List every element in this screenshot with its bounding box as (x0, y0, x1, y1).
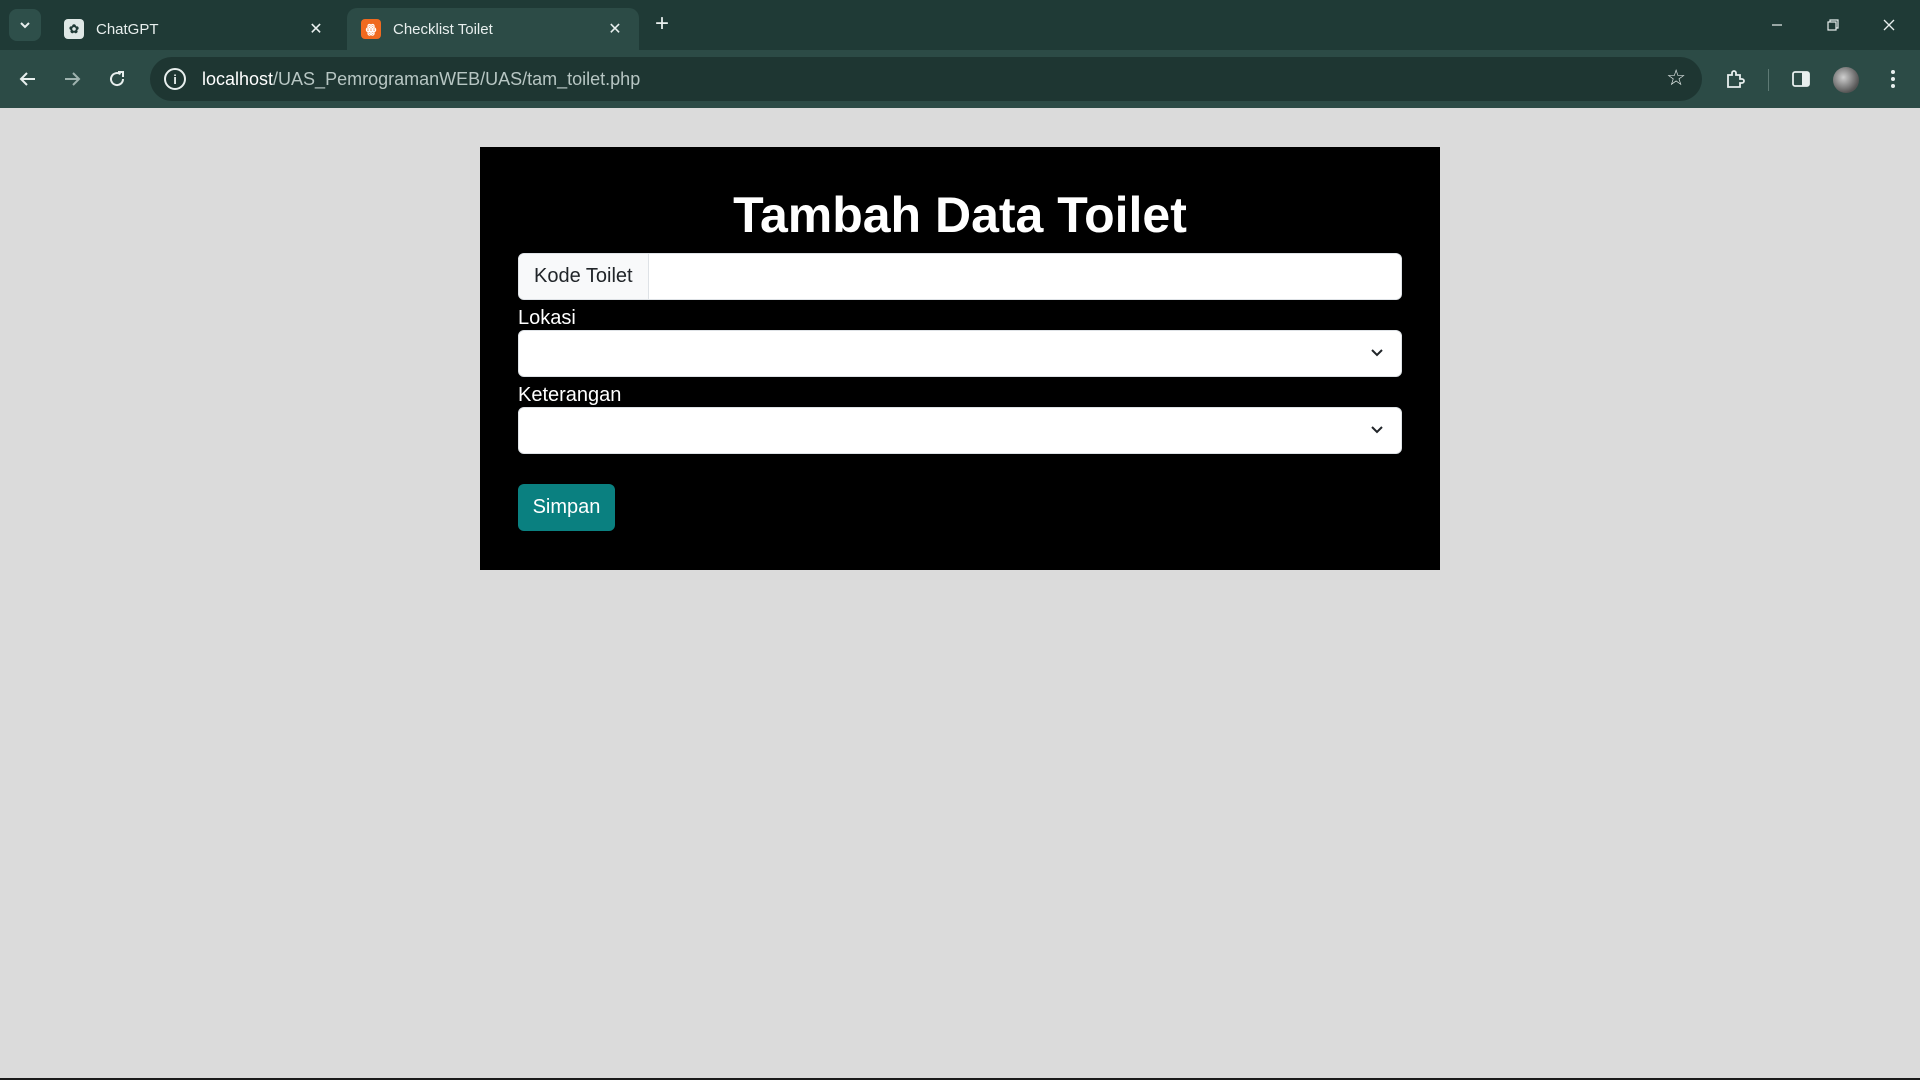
menu-button[interactable] (1875, 61, 1911, 97)
url-host: localhost (202, 68, 274, 89)
arrow-right-icon (65, 72, 81, 86)
chevron-down-icon (20, 22, 30, 29)
puzzle-icon (1727, 70, 1745, 88)
forward-button[interactable] (54, 61, 90, 97)
chatgpt-icon: ✿ (64, 19, 84, 39)
minimize-icon (1772, 24, 1782, 26)
kode-toilet-input[interactable] (648, 254, 1401, 299)
tab-chatgpt[interactable]: ✿ ChatGPT ✕ (50, 8, 340, 50)
simpan-button[interactable]: Simpan (518, 484, 615, 531)
browser-toolbar: i localhost/UAS_PemrogramanWEB/UAS/tam_t… (0, 50, 1920, 108)
toolbar-divider (1768, 69, 1769, 91)
new-tab-button[interactable]: + (648, 10, 676, 38)
tab-search-button[interactable] (9, 9, 41, 41)
keterangan-select[interactable] (518, 407, 1402, 454)
chevron-down-icon (1371, 426, 1383, 434)
kebab-menu-icon (1891, 70, 1895, 88)
kode-toilet-group: Kode Toilet (518, 253, 1402, 300)
kode-toilet-label: Kode Toilet (519, 254, 649, 299)
side-panel-icon (1792, 71, 1810, 87)
chevron-down-icon (1371, 349, 1383, 357)
tab-title: Checklist Toilet (393, 20, 493, 38)
url-text[interactable]: localhost/UAS_PemrogramanWEB/UAS/tam_toi… (202, 69, 640, 90)
keterangan-label: Keterangan (518, 384, 622, 406)
tab-title: ChatGPT (96, 20, 159, 38)
restore-button[interactable] (1805, 0, 1861, 50)
side-panel-button[interactable] (1783, 61, 1819, 97)
tab-checklist-toilet[interactable]: ꙮ Checklist Toilet ✕ (347, 8, 639, 50)
url-path: /UAS_PemrogramanWEB/UAS/tam_toilet.php (273, 68, 641, 89)
profile-avatar[interactable] (1833, 67, 1859, 93)
lokasi-label: Lokasi (518, 307, 576, 329)
minimize-button[interactable] (1749, 0, 1805, 50)
lokasi-select[interactable] (518, 330, 1402, 377)
reload-icon (110, 71, 125, 87)
info-icon[interactable]: i (164, 68, 186, 90)
form-card: Tambah Data Toilet Kode Toilet Lokasi Ke… (480, 147, 1440, 570)
close-icon[interactable]: ✕ (306, 19, 326, 39)
close-icon[interactable]: ✕ (605, 19, 625, 39)
xampp-icon: ꙮ (361, 19, 381, 39)
reload-button[interactable] (99, 61, 135, 97)
restore-icon (1827, 19, 1839, 31)
arrow-left-icon (19, 72, 35, 86)
tab-strip: ✿ ChatGPT ✕ ꙮ Checklist Toilet ✕ + (0, 0, 1920, 50)
close-icon (1883, 19, 1895, 31)
back-button[interactable] (10, 61, 46, 97)
extensions-button[interactable] (1717, 61, 1753, 97)
page-title: Tambah Data Toilet (733, 187, 1187, 243)
bookmark-star-icon[interactable]: ☆ (1666, 65, 1686, 91)
close-window-button[interactable] (1861, 0, 1917, 50)
address-bar[interactable]: i localhost/UAS_PemrogramanWEB/UAS/tam_t… (150, 57, 1702, 101)
